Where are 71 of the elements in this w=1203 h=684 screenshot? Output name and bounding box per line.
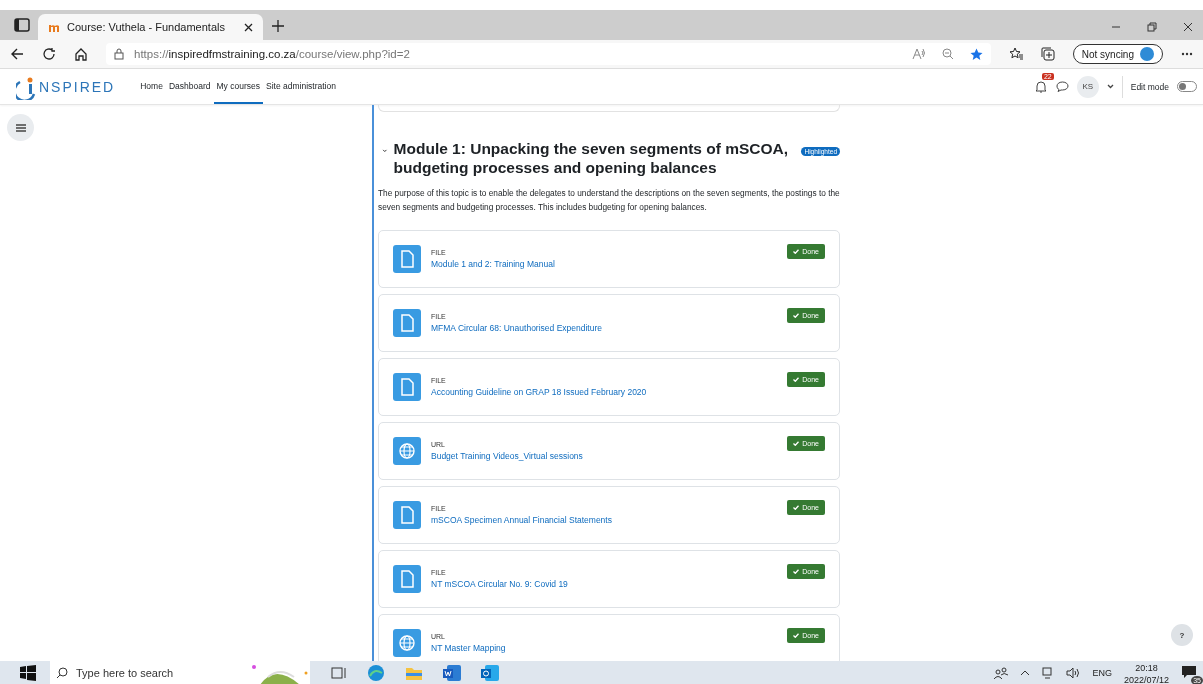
close-icon[interactable] xyxy=(244,22,253,32)
clock[interactable]: 20:18 2022/07/12 xyxy=(1123,660,1169,684)
notification-bell-icon[interactable] xyxy=(1033,79,1048,94)
document-icon xyxy=(393,309,421,337)
taskbar-search-field[interactable]: Type here to search xyxy=(50,661,310,684)
help-button[interactable]: ? xyxy=(1171,624,1193,646)
activity-link[interactable]: mSCOA Specimen Annual Financial Statements xyxy=(431,515,612,525)
browser-app-icon[interactable] xyxy=(366,664,386,682)
task-view-icon[interactable] xyxy=(328,664,348,682)
chat-bubble-icon[interactable] xyxy=(1055,81,1069,92)
chevron-up-icon[interactable] xyxy=(1020,670,1031,676)
checkmark-icon xyxy=(793,505,800,510)
checkmark-icon xyxy=(793,441,800,446)
globe-icon xyxy=(393,437,421,465)
browser-tab[interactable]: Course: Vuthela - Fundamentals xyxy=(38,14,263,40)
edit-mode-label: Edit mode xyxy=(1130,81,1169,92)
nav-link[interactable]: My courses xyxy=(213,69,263,104)
course-index-button[interactable] xyxy=(7,114,34,141)
checkmark-icon xyxy=(793,377,800,382)
document-icon xyxy=(393,565,421,593)
zoom-out-icon[interactable] xyxy=(941,48,954,60)
edit-mode-toggle[interactable] xyxy=(1177,81,1197,92)
document-icon xyxy=(393,501,421,529)
checkmark-icon xyxy=(793,569,800,574)
checkmark-icon xyxy=(793,249,800,254)
reload-icon[interactable] xyxy=(42,47,56,61)
activity-link[interactable]: Budget Training Videos_Virtual sessions xyxy=(431,451,583,461)
more-icon[interactable] xyxy=(1181,52,1193,56)
url-text: https://inspiredfmstraining.co.za/course/view.php?id=2 xyxy=(134,48,410,60)
language-indicator[interactable]: ENG xyxy=(1092,668,1112,678)
section-summary: The purpose of this topic is to enable the delegates to understand the descriptions on the seven segments, the postings to the seven segments and budgeting processes. This includes budgeting for opening balances. xyxy=(378,187,840,214)
favorites-icon[interactable] xyxy=(1008,47,1023,61)
address-bar[interactable]: https://inspiredfmstraining.co.za/course/view.php?id=2 xyxy=(106,43,991,65)
speaker-icon[interactable] xyxy=(1066,667,1081,679)
checkmark-icon xyxy=(793,313,800,318)
activity-link[interactable]: Accounting Guideline on GRAP 18 Issued February 2020 xyxy=(431,387,647,397)
nav-link[interactable]: Site administration xyxy=(263,69,339,104)
caret-icon[interactable] xyxy=(1106,84,1114,89)
user-avatar[interactable]: KS xyxy=(1076,75,1099,98)
word-app-icon[interactable] xyxy=(442,664,462,682)
meet-now-icon[interactable] xyxy=(1042,667,1055,679)
checkmark-icon xyxy=(793,633,800,638)
collections-icon[interactable] xyxy=(1040,47,1055,61)
activity-link[interactable]: MFMA Circular 68: Unauthorised Expenditure xyxy=(431,323,603,333)
list-icon xyxy=(15,123,26,132)
tab-title: Course: Vuthela - Fundamentals xyxy=(67,21,226,33)
back-arrow-icon[interactable] xyxy=(10,47,24,61)
activity-link[interactable]: Module 1 and 2: Training Manual xyxy=(431,259,555,269)
close-icon[interactable] xyxy=(1183,22,1193,32)
sync-button[interactable]: Not syncing xyxy=(1072,44,1163,64)
search-icon xyxy=(56,667,68,679)
nav-link[interactable]: Home xyxy=(137,69,166,104)
document-icon xyxy=(393,373,421,401)
windows-start-icon[interactable] xyxy=(20,665,36,681)
activity-link[interactable]: NT mSCOA Circular No. 9: Covid 19 xyxy=(431,579,568,589)
people-icon[interactable] xyxy=(994,667,1009,679)
read-aloud-icon[interactable] xyxy=(911,48,926,60)
logo-text: NSPIRED xyxy=(39,78,116,95)
site-favicon-icon xyxy=(48,22,60,32)
lock-icon xyxy=(114,48,124,60)
star-icon[interactable] xyxy=(969,47,983,61)
home-icon[interactable] xyxy=(74,47,88,61)
activity-link[interactable]: NT Master Mapping xyxy=(431,643,506,653)
restore-icon[interactable] xyxy=(1147,22,1157,32)
mail-app-icon[interactable] xyxy=(480,664,500,682)
document-icon xyxy=(393,245,421,273)
nav-link[interactable]: Dashboard xyxy=(165,69,214,104)
section-title: Module 1: Unpacking the seven segments of mSCOA, budgeting processes and opening balances xyxy=(393,139,790,177)
new-tab-icon[interactable] xyxy=(271,19,285,33)
globe-icon xyxy=(393,629,421,657)
tab-actions-icon[interactable] xyxy=(14,18,30,32)
